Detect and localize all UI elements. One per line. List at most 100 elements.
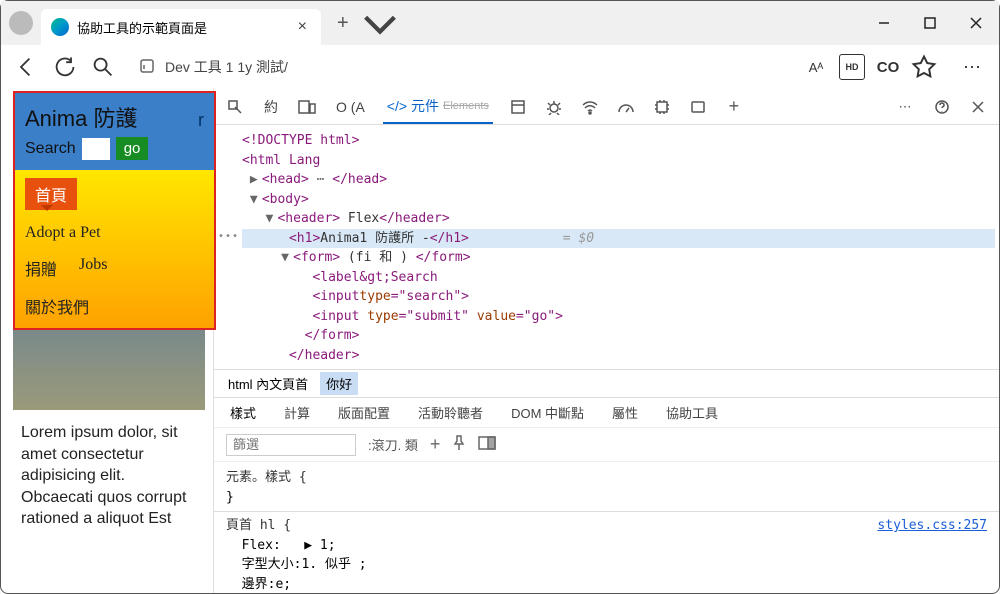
nav-about[interactable]: 關於我們: [25, 294, 204, 318]
titlebar: 協助工具的示範頁面是 × +: [1, 1, 999, 45]
dom-html: <html Lang: [242, 153, 320, 168]
dom-header-close: </header>: [379, 211, 449, 226]
dom-doctype: <!DOCTYPE html>: [242, 133, 359, 148]
performance-icon[interactable]: [615, 99, 637, 115]
search-input[interactable]: [82, 138, 110, 160]
dom-form-open: <form>: [293, 250, 340, 265]
bug-icon[interactable]: [543, 99, 565, 115]
page-nav: 首頁 Adopt a Pet 捐贈 Jobs 關於我們: [15, 170, 214, 328]
hov-toggle[interactable]: :滾刀. 類: [368, 435, 418, 454]
close-tab-button[interactable]: ×: [294, 18, 311, 36]
edge-icon: [51, 18, 69, 36]
refresh-button[interactable]: [53, 55, 77, 79]
code-icon: </>: [387, 98, 407, 114]
prop-fontsize-val: 1. 似乎 ;: [301, 557, 366, 572]
maximize-button[interactable]: [907, 7, 953, 39]
new-style-rule-button[interactable]: +: [430, 434, 441, 455]
search-label: Search: [25, 140, 76, 158]
breadcrumb-item-2[interactable]: 你好: [320, 372, 358, 395]
read-aloud-button[interactable]: Aᴬ: [803, 54, 829, 80]
tab-listeners[interactable]: 活動聆聽者: [418, 403, 483, 422]
dom-form-close: </form>: [416, 250, 471, 265]
tab-overflow-button[interactable]: [357, 0, 403, 46]
prop-margin: 邊界:: [242, 577, 276, 592]
tab-welcome[interactable]: 約: [260, 91, 282, 123]
dom-h1-open: <h1>: [289, 231, 320, 246]
site-info-icon[interactable]: [139, 58, 155, 77]
more-tabs-button[interactable]: +: [723, 96, 745, 117]
search-button[interactable]: [91, 55, 115, 79]
toggle-pane-icon[interactable]: [478, 436, 496, 453]
network-icon[interactable]: [579, 99, 601, 115]
dom-form-end: </form>: [305, 328, 360, 343]
inspect-icon[interactable]: [224, 99, 246, 115]
nav-jobs[interactable]: Jobs: [79, 256, 107, 280]
dom-selected-h1[interactable]: <h1>Anima1 防護所 -</h1> = $0: [242, 229, 995, 249]
tab-accessibility[interactable]: 協助工具: [666, 403, 718, 422]
styles-source-link[interactable]: styles.css:257: [877, 516, 987, 536]
styles-filter-input[interactable]: [226, 434, 356, 456]
dom-tree[interactable]: <!DOCTYPE html> <html Lang ▶<head> ⋯ </h…: [214, 125, 999, 369]
breadcrumb-item-1[interactable]: html 內文頁首: [222, 372, 314, 395]
browser-tab[interactable]: 協助工具的示範頁面是 ×: [41, 9, 321, 45]
profile-icon: [9, 11, 33, 35]
hero-image: [13, 330, 205, 410]
styles-pane[interactable]: 元素。樣式 { } 頁首 hl { styles.css:257 Flex: ▶…: [214, 461, 999, 593]
dom-input1b: type: [359, 289, 390, 304]
device-icon[interactable]: [296, 99, 318, 115]
rule-header-h1: 頁首 hl {: [226, 518, 291, 533]
nav-home[interactable]: 首頁: [25, 178, 77, 210]
styles-tabbar: 樣式 計算 版面配置 活動聆聽者 DOM 中斷點 屬性 協助工具: [214, 397, 999, 427]
hd-badge[interactable]: HD: [839, 54, 865, 80]
tab-layout[interactable]: 版面配置: [338, 403, 390, 422]
page-title-suffix: r: [198, 110, 204, 131]
help-icon[interactable]: [931, 99, 953, 115]
close-devtools-button[interactable]: [967, 100, 989, 114]
dom-form-text: (fi 和 ): [340, 250, 416, 265]
tab-styles[interactable]: 樣式: [230, 403, 256, 422]
prop-margin-val: e;: [275, 577, 291, 592]
dom-head-close: </head>: [332, 172, 387, 187]
dom-input2d: value: [477, 309, 516, 324]
dom-input1a: <input: [312, 289, 359, 304]
rule-close1: }: [226, 490, 234, 505]
dom-breadcrumb[interactable]: html 內文頁首 你好: [214, 369, 999, 397]
dom-input2b: type: [367, 309, 398, 324]
devtools-more-button[interactable]: ⋯: [895, 99, 917, 115]
favorite-button[interactable]: [911, 54, 937, 80]
dom-hint: = $0: [563, 231, 594, 246]
go-button[interactable]: go: [116, 137, 149, 160]
addressbar: Dev 工具 1 1y 測試/ Aᴬ HD CO ⋯: [1, 45, 999, 89]
lorem-text: Lorem ipsum dolor, sit amet consectetur …: [13, 410, 205, 542]
dom-input2c: ="submit": [399, 309, 477, 324]
dom-body: <body>: [262, 192, 309, 207]
page-title: Anima 防護: [25, 101, 137, 133]
tab-elements-label: 元件: [411, 96, 439, 116]
url-text: Dev 工具 1 1y 測試/: [165, 57, 793, 77]
close-window-button[interactable]: [953, 7, 999, 39]
dom-header-end: </header>: [289, 348, 359, 363]
more-menu-button[interactable]: ⋯: [961, 55, 985, 79]
memory-icon[interactable]: [651, 99, 673, 115]
rule-element-style: 元素。樣式 {: [226, 470, 307, 485]
nav-donate[interactable]: 捐贈: [25, 256, 57, 280]
application-icon[interactable]: [687, 99, 709, 115]
minimize-button[interactable]: [861, 7, 907, 39]
tab-console[interactable]: O (A: [332, 93, 369, 121]
tab-elements[interactable]: </> 元件Elements: [383, 90, 493, 124]
profile-button[interactable]: [1, 11, 41, 35]
tab-dom-breakpoints[interactable]: DOM 中斷點: [511, 403, 584, 422]
pin-icon[interactable]: [452, 435, 466, 454]
nav-adopt[interactable]: Adopt a Pet: [25, 224, 204, 242]
back-button[interactable]: [15, 55, 39, 79]
tab-properties[interactable]: 屬性: [612, 403, 638, 422]
new-tab-button[interactable]: +: [329, 8, 357, 39]
dom-header-text: Flex: [340, 211, 379, 226]
collections-badge[interactable]: CO: [875, 54, 901, 80]
dom-input1c: ="search">: [391, 289, 469, 304]
dom-input2e: ="go">: [516, 309, 563, 324]
app-icon[interactable]: [507, 99, 529, 115]
tab-computed[interactable]: 計算: [284, 403, 310, 422]
devtools-panel: 約 O (A </> 元件Elements + ⋯: [213, 89, 999, 593]
url-field[interactable]: Dev 工具 1 1y 測試/ Aᴬ HD CO: [129, 51, 947, 83]
